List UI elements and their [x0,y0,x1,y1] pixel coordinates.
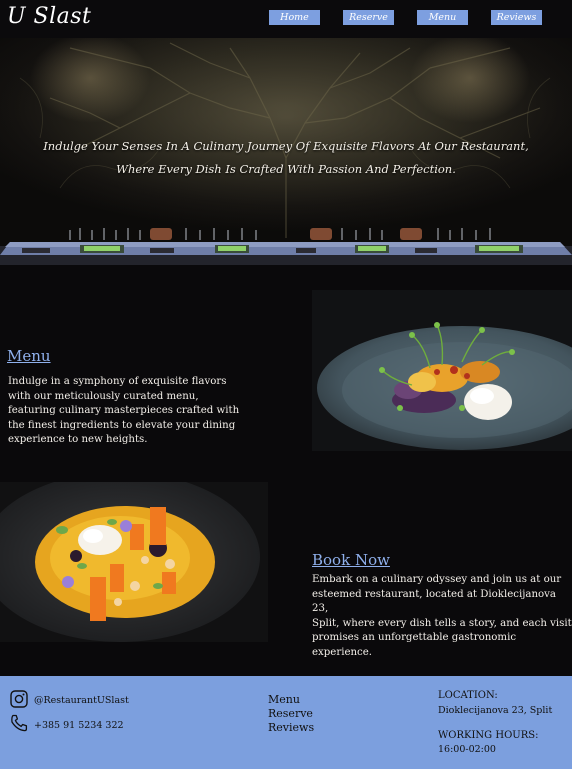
menu-description-line: featuring culinary masterpieces crafted … [8,405,240,417]
menu-description: Indulge in a symphony of exquisite flavo… [8,375,239,448]
working-hours-label: WORKING HOURS: [438,730,539,741]
book-description-line: promises an unforgettable gastronomic ex… [312,632,517,658]
footer-link-reviews[interactable]: Reviews [268,721,314,734]
phone-icon[interactable] [10,714,28,732]
site-footer: @RestaurantUSlast +385 91 5234 322 Menu … [0,676,572,769]
menu-description-line: the finest ingredients to elevate your d… [8,419,236,431]
dish-photo-plate [312,290,572,451]
site-logo[interactable]: U Slast [7,4,91,29]
nav-reviews-button[interactable]: Reviews [491,10,542,25]
book-description-line: Embark on a culinary odyssey and join us… [312,574,562,585]
book-now-title[interactable]: Book Now [312,551,390,569]
phone-number[interactable]: +385 91 5234 322 [34,720,124,731]
book-now-description: Embark on a culinary odyssey and join us… [312,573,572,661]
book-description-line: esteemed restaurant, located at Diokleci… [312,588,556,615]
dining-table-image [0,228,572,265]
site-header: U Slast Home Reserve Menu Reviews [0,0,572,38]
hero-tagline-line2: Where Every Dish Is Crafted With Passion… [116,162,456,176]
dish-photo-bowl [0,482,268,642]
menu-description-line: Indulge in a symphony of exquisite flavo… [8,376,227,387]
nav-reserve-button[interactable]: Reserve [343,10,394,25]
nav-menu-button[interactable]: Menu [417,10,468,25]
location-address: Dioklecijanova 23, Split [438,705,553,716]
menu-section-title[interactable]: Menu [7,347,51,365]
location-label: LOCATION: [438,690,498,701]
working-hours-value: 16:00-02:00 [438,744,496,755]
book-description-line: Split, where every dish tells a story, a… [312,617,572,629]
hero-tagline-line1: Indulge Your Senses In A Culinary Journe… [43,139,529,153]
menu-description-line: with our meticulously curated menu, [8,390,199,402]
instagram-handle[interactable]: @RestaurantUSlast [34,695,129,706]
footer-link-reserve[interactable]: Reserve [268,707,313,720]
menu-description-line: experience to new heights. [8,434,148,446]
footer-link-menu[interactable]: Menu [268,693,300,706]
nav-home-button[interactable]: Home [269,10,320,25]
instagram-icon[interactable] [10,690,28,708]
hero-banner: Indulge Your Senses In A Culinary Journe… [0,38,572,265]
